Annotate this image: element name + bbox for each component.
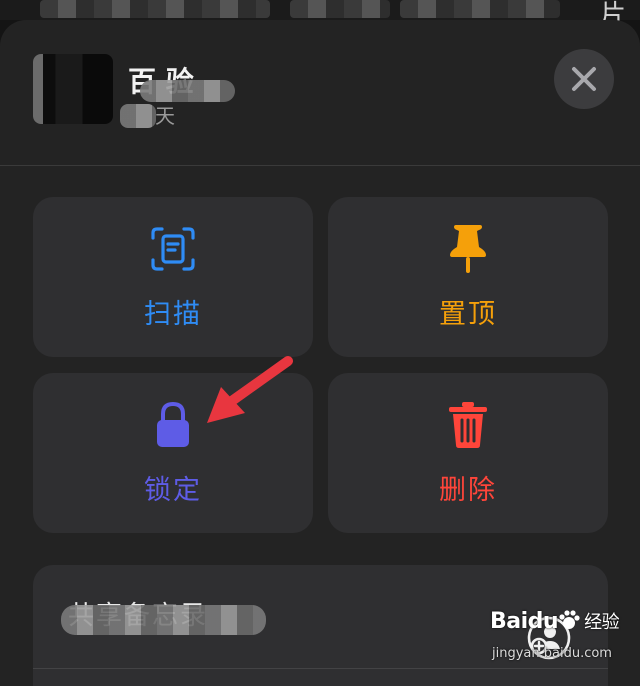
blurred-content	[400, 0, 560, 18]
pin-label: 置顶	[439, 298, 497, 330]
pin-icon	[443, 224, 493, 274]
blurred-subtitle-mask	[120, 104, 156, 128]
close-icon	[572, 67, 596, 91]
watermark-url: jingyan.baidu.com	[492, 646, 612, 661]
action-sheet: 百 验 天 扫描	[0, 20, 640, 686]
paw-icon	[559, 610, 580, 629]
note-thumbnail	[33, 54, 113, 124]
scan-button[interactable]: 扫描	[33, 197, 313, 357]
scan-document-icon	[148, 224, 198, 274]
background-content-strip: 片	[0, 0, 640, 30]
blurred-label-mask	[61, 605, 266, 635]
watermark-brand: Baidu 经验	[490, 609, 620, 634]
blurred-title-mask	[140, 80, 235, 102]
delete-label: 删除	[439, 474, 497, 506]
trash-icon	[443, 400, 493, 450]
blurred-content	[290, 0, 390, 18]
lock-label: 锁定	[144, 474, 202, 506]
delete-button[interactable]: 删除	[328, 373, 608, 533]
baidu-watermark: Baidu 经验 jingyan.baidu.com	[490, 604, 620, 672]
sheet-header: 百 验 天	[0, 20, 640, 166]
annotation-arrow-icon	[207, 356, 293, 423]
pin-button[interactable]: 置顶	[328, 197, 608, 357]
note-subtitle: 天	[155, 104, 175, 128]
header-divider	[0, 165, 640, 166]
blurred-content	[40, 0, 270, 18]
scan-label: 扫描	[144, 298, 202, 330]
lock-icon	[148, 400, 198, 450]
close-button[interactable]	[554, 49, 614, 109]
